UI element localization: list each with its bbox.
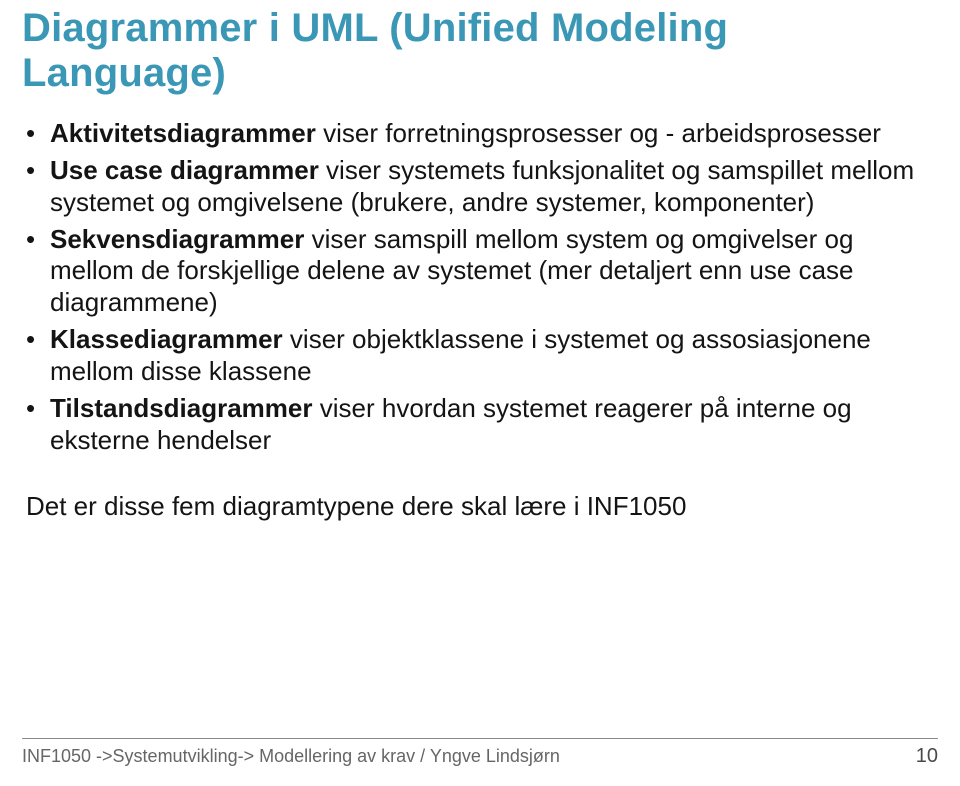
footer-left: INF1050 ->Systemutvikling-> Modellering … — [22, 746, 560, 767]
rest: viser forretningsprosesser og - arbeidsp… — [316, 118, 881, 148]
list-item: Use case diagrammer viser systemets funk… — [50, 155, 938, 219]
term: Use case diagrammer — [50, 155, 319, 185]
list-item: Klassediagrammer viser objektklassene i … — [50, 324, 938, 388]
term: Tilstandsdiagrammer — [50, 393, 313, 423]
list-item: Tilstandsdiagrammer viser hvordan system… — [50, 393, 938, 457]
term: Sekvensdiagrammer — [50, 224, 304, 254]
slide-title: Diagrammer i UML (Unified Modeling Langu… — [22, 6, 938, 96]
list-item: Aktivitetsdiagrammer viser forretningspr… — [50, 118, 938, 150]
page-number: 10 — [916, 745, 938, 768]
footer: INF1050 ->Systemutvikling-> Modellering … — [0, 738, 960, 768]
term: Klassediagrammer — [50, 324, 283, 354]
term: Aktivitetsdiagrammer — [50, 118, 316, 148]
list-item: Sekvensdiagrammer viser samspill mellom … — [50, 224, 938, 320]
bullet-list: Aktivitetsdiagrammer viser forretningspr… — [22, 118, 938, 458]
footer-row: INF1050 ->Systemutvikling-> Modellering … — [22, 745, 938, 768]
closing-text: Det er disse fem diagramtypene dere skal… — [22, 491, 938, 522]
footer-divider — [22, 738, 938, 739]
slide: Diagrammer i UML (Unified Modeling Langu… — [0, 0, 960, 786]
